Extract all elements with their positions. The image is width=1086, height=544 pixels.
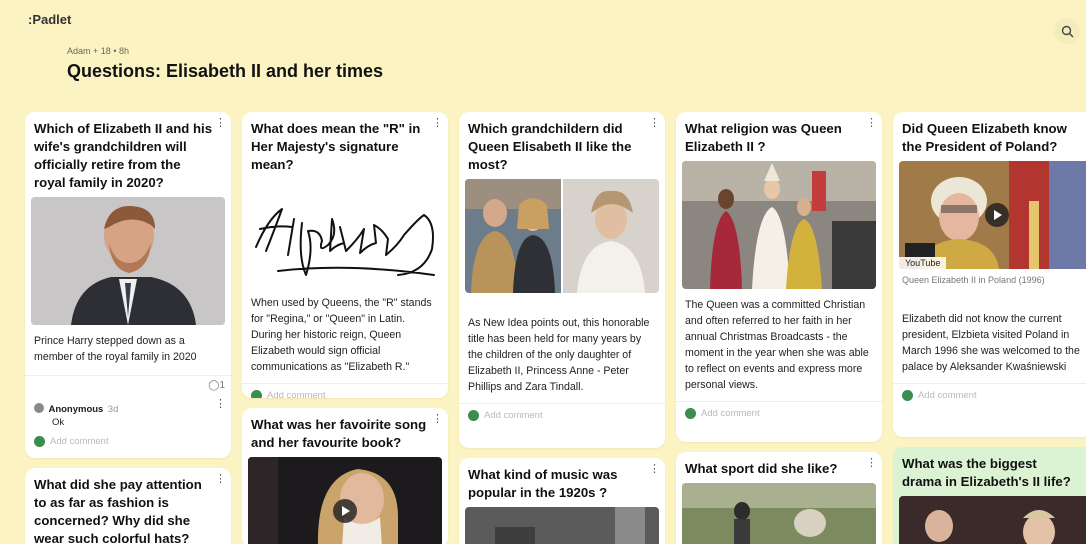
post-card[interactable]: ⋮ What sport did she like? xyxy=(676,452,882,544)
add-comment[interactable]: Add comment xyxy=(893,383,1086,407)
post-image[interactable] xyxy=(465,179,659,293)
user-avatar xyxy=(468,410,479,421)
column-4: ⋮ What religion was Queen Elizabeth II ?… xyxy=(676,112,882,544)
user-avatar xyxy=(34,436,45,447)
post-image[interactable] xyxy=(682,483,876,544)
search-button[interactable] xyxy=(1054,18,1080,44)
post-body: As New Idea points out, this honorable t… xyxy=(468,317,650,393)
post-body: When used by Queens, the "R" stands for … xyxy=(251,297,432,373)
post-title: What religion was Queen Elizabeth II ? xyxy=(685,121,842,154)
add-comment[interactable]: Add comment xyxy=(242,383,448,398)
post-title: What did she pay attention to as far as … xyxy=(34,477,202,544)
post-card[interactable]: ⋮ Which grandchildern did Queen Elisabet… xyxy=(459,112,665,448)
more-options-icon[interactable]: ⋮ xyxy=(866,118,877,129)
page-title: Questions: Elisabeth II and her times xyxy=(67,61,384,81)
author-name: Adam xyxy=(67,46,91,56)
post-time: • 8h xyxy=(113,46,129,56)
post-card[interactable]: ⋮ What was her favoirite song and her fa… xyxy=(242,408,448,544)
more-options-icon[interactable]: ⋮ xyxy=(215,474,226,485)
add-comment[interactable]: Add comment xyxy=(676,401,882,425)
comment-count-button[interactable]: ◯1 xyxy=(208,380,225,391)
comment-icon: ◯ xyxy=(208,380,220,391)
comment-bar: ◯1 xyxy=(25,375,231,397)
column-3: ⋮ Which grandchildern did Queen Elisabet… xyxy=(459,112,665,544)
post-card[interactable]: ⋮ What religion was Queen Elizabeth II ?… xyxy=(676,112,882,442)
youtube-label: YouTube xyxy=(899,257,947,269)
more-options-icon[interactable]: ⋮ xyxy=(215,118,226,129)
user-avatar xyxy=(902,390,913,401)
comment-time: 3d xyxy=(107,404,119,415)
add-comment[interactable]: Add comment xyxy=(25,430,231,453)
post-meta: Adam + 18 • 8h xyxy=(67,46,129,56)
post-image[interactable] xyxy=(465,507,659,544)
contributors-count[interactable]: + 18 xyxy=(93,46,111,56)
user-avatar xyxy=(251,390,262,398)
post-body: Elizabeth did not know the current presi… xyxy=(902,313,1080,373)
play-icon[interactable] xyxy=(333,499,357,523)
commenter-avatar xyxy=(34,402,44,413)
column-2: ⋮ What does mean the "R" in Her Majesty'… xyxy=(242,112,448,544)
signature-image[interactable] xyxy=(248,179,442,287)
post-body: The Queen was a committed Christian and … xyxy=(685,299,869,391)
post-body: Prince Harry stepped down as a member of… xyxy=(34,335,197,363)
post-card[interactable]: ⋮ What kind of music was popular in the … xyxy=(459,458,665,544)
post-title: Which of Elizabeth II and his wife's gra… xyxy=(34,121,213,190)
add-comment[interactable]: Add comment xyxy=(459,403,665,427)
padlet-logo[interactable]: :Padlet xyxy=(28,12,71,27)
post-title: What sport did she like? xyxy=(685,461,838,476)
video-thumbnail[interactable]: YouTube xyxy=(899,161,1086,269)
comment-author: Anonymous xyxy=(48,404,104,415)
comment-options-icon[interactable]: ⋮ xyxy=(215,399,226,410)
post-title: Which grandchildern did Queen Elisabeth … xyxy=(468,121,632,172)
post-card[interactable]: What was the biggest drama in Elizabeth'… xyxy=(893,447,1086,544)
post-card[interactable]: Did Queen Elizabeth know the President o… xyxy=(893,112,1086,437)
post-title: What kind of music was popular in the 19… xyxy=(468,467,618,500)
video-thumbnail[interactable] xyxy=(248,457,442,544)
video-title[interactable]: Queen Elizabeth II in Poland (1996) xyxy=(893,269,1086,285)
column-5: Did Queen Elizabeth know the President o… xyxy=(893,112,1086,544)
post-card[interactable]: ⋮ What did she pay attention to as far a… xyxy=(25,468,231,544)
post-title: What was the biggest drama in Elizabeth'… xyxy=(902,456,1071,489)
post-image[interactable] xyxy=(682,161,876,289)
post-title: What does mean the "R" in Her Majesty's … xyxy=(251,121,421,172)
user-avatar xyxy=(685,408,696,419)
more-options-icon[interactable]: ⋮ xyxy=(649,464,660,475)
more-options-icon[interactable]: ⋮ xyxy=(649,118,660,129)
post-image[interactable] xyxy=(899,496,1086,544)
comment: Anonymous 3d ⋮ Ok xyxy=(25,397,231,430)
post-title: What was her favoirite song and her favo… xyxy=(251,417,427,450)
comment-text: Ok xyxy=(52,417,65,428)
play-icon[interactable] xyxy=(985,203,1009,227)
more-options-icon[interactable]: ⋮ xyxy=(432,118,443,129)
search-icon xyxy=(1061,25,1073,37)
post-card[interactable]: ⋮ Which of Elizabeth II and his wife's g… xyxy=(25,112,231,458)
post-card[interactable]: ⋮ What does mean the "R" in Her Majesty'… xyxy=(242,112,448,398)
post-title: Did Queen Elizabeth know the President o… xyxy=(902,121,1067,154)
column-1: ⋮ Which of Elizabeth II and his wife's g… xyxy=(25,112,231,544)
more-options-icon[interactable]: ⋮ xyxy=(866,458,877,469)
post-image[interactable] xyxy=(31,197,225,325)
more-options-icon[interactable]: ⋮ xyxy=(432,414,443,425)
